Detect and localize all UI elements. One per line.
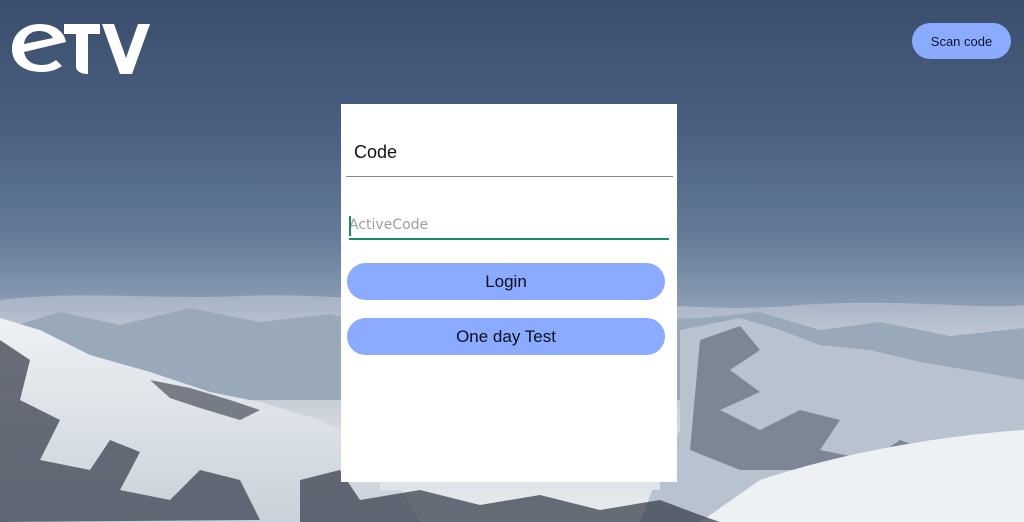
login-panel: Code Login One day Test <box>341 104 677 482</box>
scan-code-button[interactable]: Scan code <box>912 23 1011 59</box>
panel-title: Code <box>354 142 398 162</box>
login-screen: Scan code Code Login One day Test <box>0 0 1024 522</box>
text-cursor <box>349 216 351 236</box>
login-button[interactable]: Login <box>347 263 665 300</box>
etv-logo-icon <box>12 24 150 74</box>
one-day-test-button[interactable]: One day Test <box>347 318 665 355</box>
active-code-input[interactable] <box>349 212 669 240</box>
title-divider <box>346 176 673 177</box>
